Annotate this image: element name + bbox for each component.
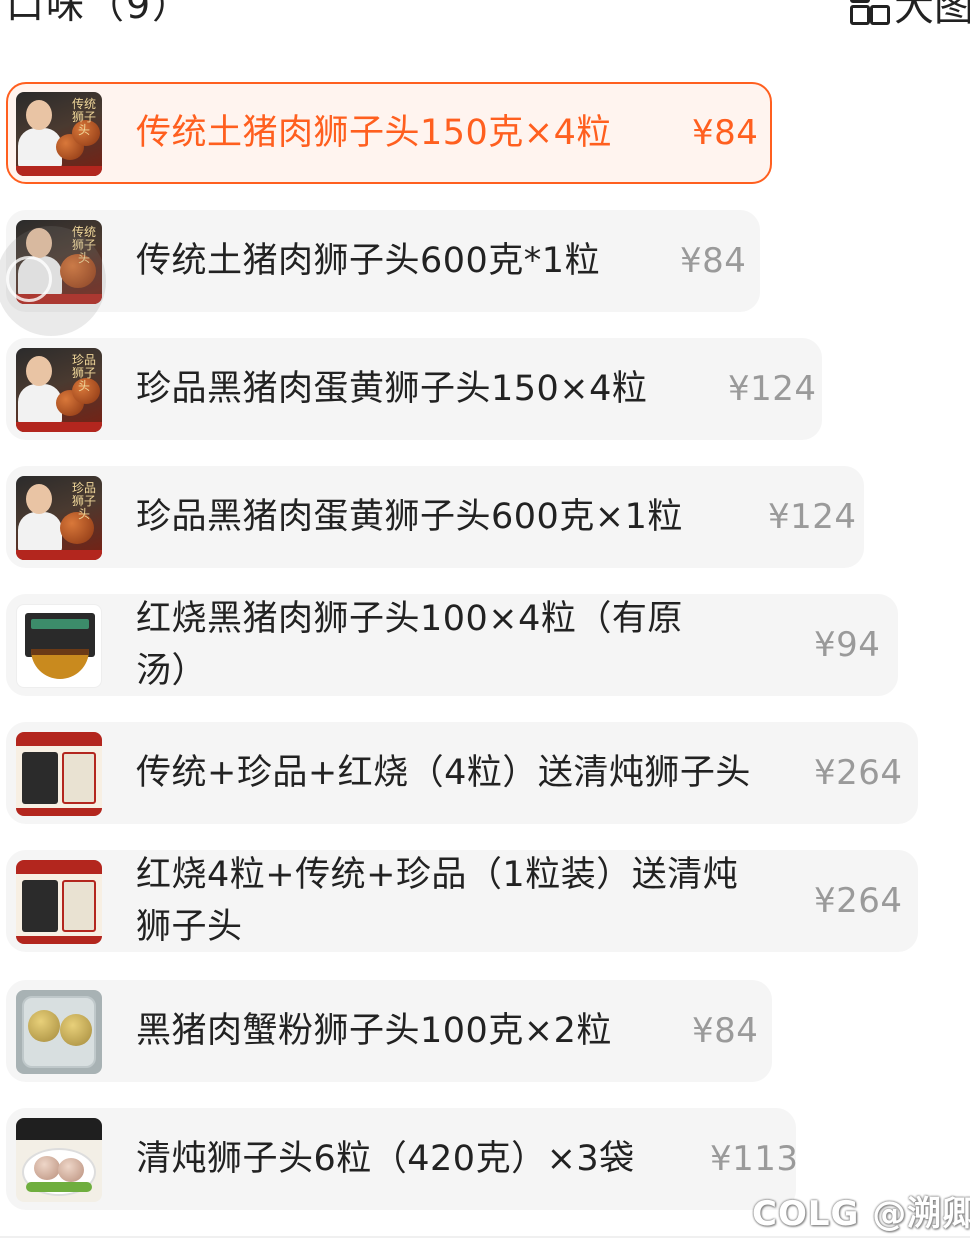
flavor-option[interactable]: 珍品狮子头 珍品黑猪肉蛋黄狮子头600克×1粒 ¥124	[6, 466, 864, 568]
flavor-option-name: 传统土猪肉狮子头600克*1粒	[136, 241, 601, 281]
flavor-option-name: 清炖狮子头6粒（420克）×3袋	[136, 1139, 635, 1179]
flavor-option[interactable]: 红烧黑猪肉狮子头100×4粒（有原汤） ¥94	[6, 594, 898, 696]
flavor-option-price: ¥84	[680, 241, 747, 281]
flavor-option-name: 黑猪肉蟹粉狮子头100克×2粒	[136, 1011, 612, 1051]
flavor-option-price: ¥124	[728, 369, 817, 409]
flavor-selector-screen: 口味（9） 大图 传统狮子头 传统土猪肉狮子头150克×4粒 ¥84 传统狮子头	[0, 0, 970, 1245]
product-thumbnail	[16, 604, 102, 688]
flavor-option[interactable]: 珍品狮子头 珍品黑猪肉蛋黄狮子头150×4粒 ¥124	[6, 338, 822, 440]
flavor-option-price: ¥264	[814, 881, 903, 921]
flavor-option-price: ¥84	[692, 113, 759, 153]
watermark: COLG @溯卿	[752, 1194, 970, 1234]
grid-view-icon	[848, 0, 890, 27]
product-thumbnail: 珍品狮子头	[16, 476, 102, 560]
flavor-option-selected[interactable]: 传统狮子头 传统土猪肉狮子头150克×4粒 ¥84	[6, 82, 772, 184]
flavor-option-name: 红烧黑猪肉狮子头100×4粒（有原汤）	[136, 599, 683, 691]
section-header: 口味（9） 大图	[0, 0, 970, 40]
touch-indicator	[0, 226, 106, 336]
flavor-option-name: 珍品黑猪肉蛋黄狮子头600克×1粒	[136, 497, 683, 537]
product-thumbnail	[16, 860, 102, 944]
flavor-option[interactable]: 传统狮子头 传统土猪肉狮子头600克*1粒 ¥84	[6, 210, 760, 312]
flavor-option-price: ¥264	[814, 753, 903, 793]
view-toggle-label: 大图	[894, 0, 970, 30]
flavor-option[interactable]: 红烧4粒+传统+珍品（1粒装）送清炖狮子头 ¥264	[6, 850, 918, 952]
flavor-option-name: 珍品黑猪肉蛋黄狮子头150×4粒	[136, 369, 648, 409]
flavor-option-price: ¥84	[692, 1011, 759, 1051]
flavor-option-price: ¥94	[814, 625, 881, 665]
flavor-option[interactable]: 黑猪肉蟹粉狮子头100克×2粒 ¥84	[6, 980, 772, 1082]
flavor-option-name: 红烧4粒+传统+珍品（1粒装）送清炖狮子头	[136, 855, 739, 947]
flavor-option[interactable]: 传统+珍品+红烧（4粒）送清炖狮子头 ¥264	[6, 722, 918, 824]
product-thumbnail: 传统狮子头	[16, 92, 102, 176]
product-thumbnail	[16, 732, 102, 816]
flavor-option-name: 传统土猪肉狮子头150克×4粒	[136, 113, 612, 153]
flavor-section-title: 口味（9）	[6, 0, 193, 27]
flavor-option-name: 传统+珍品+红烧（4粒）送清炖狮子头	[136, 753, 751, 793]
flavor-option[interactable]: 清炖狮子头6粒（420克）×3袋 ¥113	[6, 1108, 799, 1210]
bottom-divider	[0, 1236, 970, 1238]
product-thumbnail: 珍品狮子头	[16, 348, 102, 432]
flavor-option-price: ¥124	[768, 497, 857, 537]
product-thumbnail	[16, 1118, 102, 1202]
large-image-view-toggle[interactable]: 大图	[848, 0, 970, 30]
product-thumbnail	[16, 990, 102, 1074]
flavor-option-price: ¥113	[710, 1139, 799, 1179]
